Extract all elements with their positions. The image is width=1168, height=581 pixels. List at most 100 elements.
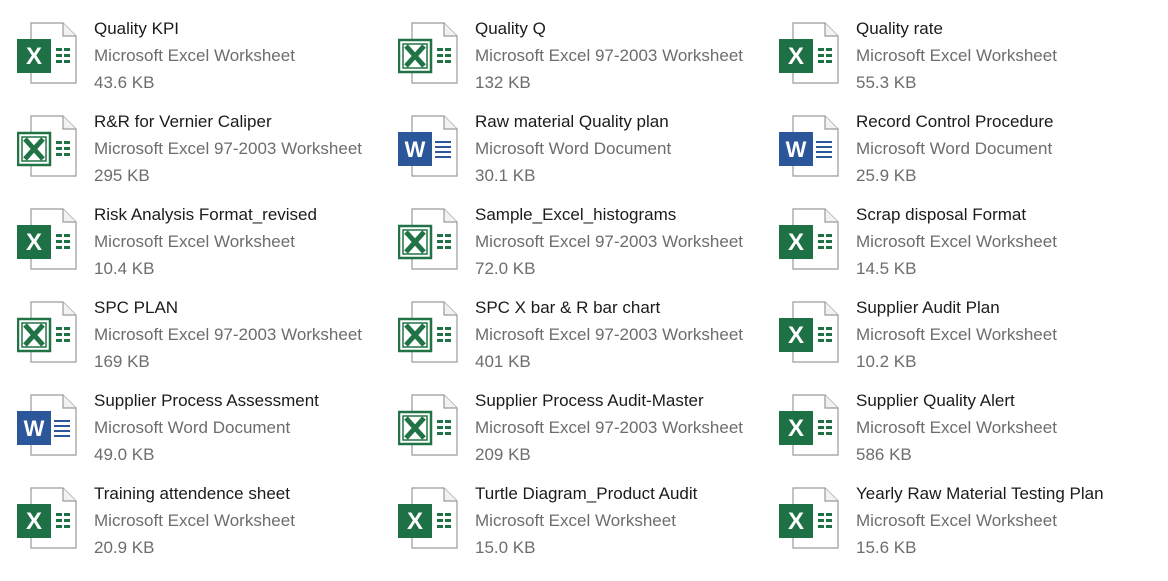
file-size: 10.4 KB — [94, 259, 155, 278]
svg-text:X: X — [788, 43, 804, 70]
excel-icon: X — [398, 487, 458, 549]
file-tile[interactable]: X Scrap disposal Format Microsoft Excel Wo… — [779, 205, 1149, 294]
file-size: 401 KB — [475, 352, 531, 371]
svg-text:X: X — [788, 508, 804, 535]
svg-text:X: X — [788, 415, 804, 442]
file-type: Microsoft Excel Worksheet — [856, 46, 1057, 65]
word-icon: W — [779, 115, 839, 177]
file-type: Microsoft Excel 97-2003 Worksheet — [475, 418, 744, 437]
file-type: Microsoft Excel Worksheet — [94, 511, 295, 530]
file-name: Quality Q — [475, 19, 546, 38]
file-tile[interactable]: X Supplier Audit Plan Microsoft Excel Work… — [779, 298, 1149, 387]
file-tile[interactable]: Sample_Excel_histograms Microsoft Excel 9… — [398, 205, 768, 294]
file-name: Risk Analysis Format_revised — [94, 205, 317, 224]
file-size: 72.0 KB — [475, 259, 536, 278]
excel-icon: X — [779, 301, 839, 363]
file-name: Turtle Diagram_Product Audit — [475, 484, 698, 503]
svg-text:X: X — [407, 508, 423, 535]
file-size: 14.5 KB — [856, 259, 917, 278]
svg-text:W: W — [24, 416, 45, 441]
excel-legacy-icon — [17, 115, 77, 177]
svg-text:X: X — [26, 43, 42, 70]
file-type: Microsoft Excel Worksheet — [856, 511, 1057, 530]
file-type: Microsoft Excel 97-2003 Worksheet — [94, 325, 363, 344]
svg-text:X: X — [26, 229, 42, 256]
svg-text:W: W — [405, 137, 426, 162]
excel-icon: X — [779, 22, 839, 84]
file-type: Microsoft Excel 97-2003 Worksheet — [475, 232, 744, 251]
file-size: 169 KB — [94, 352, 150, 371]
excel-icon: X — [17, 22, 77, 84]
file-tile[interactable]: X Yearly Raw Material Testing Plan Microso… — [779, 484, 1149, 573]
file-size: 132 KB — [475, 73, 531, 92]
file-tile[interactable]: X Risk Analysis Format_revised Microsoft E… — [17, 205, 387, 294]
excel-legacy-icon — [398, 301, 458, 363]
file-name: Sample_Excel_histograms — [475, 205, 677, 224]
file-tile[interactable]: X Supplier Quality Alert Microsoft Excel W… — [779, 391, 1149, 480]
file-type: Microsoft Excel Worksheet — [94, 46, 295, 65]
file-name: R&R for Vernier Caliper — [94, 112, 272, 131]
excel-icon: X — [779, 487, 839, 549]
file-size: 209 KB — [475, 445, 531, 464]
file-size: 20.9 KB — [94, 538, 155, 557]
file-tile[interactable]: X Quality KPI Microsoft Excel Worksheet 43.… — [17, 19, 387, 108]
excel-icon: X — [779, 394, 839, 456]
word-icon: W — [398, 115, 458, 177]
excel-legacy-icon — [398, 394, 458, 456]
file-type: Microsoft Word Document — [94, 418, 291, 437]
file-tile[interactable]: Supplier Process Audit-Master Microsoft E… — [398, 391, 768, 480]
file-size: 30.1 KB — [475, 166, 536, 185]
file-size: 15.0 KB — [475, 538, 536, 557]
file-tile[interactable]: Quality Q Microsoft Excel 97-2003 Workshe… — [398, 19, 768, 108]
file-name: SPC PLAN — [94, 298, 179, 317]
file-name: Supplier Quality Alert — [856, 391, 1015, 410]
file-name: SPC X bar & R bar chart — [475, 298, 661, 317]
file-size: 25.9 KB — [856, 166, 917, 185]
file-type: Microsoft Excel Worksheet — [475, 511, 676, 530]
file-type: Microsoft Excel Worksheet — [856, 418, 1057, 437]
file-size: 43.6 KB — [94, 73, 155, 92]
file-type: Microsoft Excel Worksheet — [856, 325, 1057, 344]
excel-legacy-icon — [17, 301, 77, 363]
file-type: Microsoft Excel Worksheet — [856, 232, 1057, 251]
file-name: Yearly Raw Material Testing Plan — [856, 484, 1104, 503]
svg-text:X: X — [788, 229, 804, 256]
file-name: Supplier Audit Plan — [856, 298, 1000, 317]
file-tile[interactable]: R&R for Vernier Caliper Microsoft Excel 9… — [17, 112, 387, 201]
file-tile[interactable]: X Training attendence sheet Microsoft Exce… — [17, 484, 387, 573]
file-size: 586 KB — [856, 445, 912, 464]
file-tile[interactable]: X Turtle Diagram_Product Audit Microsoft E… — [398, 484, 768, 573]
file-size: 15.6 KB — [856, 538, 917, 557]
file-type: Microsoft Excel 97-2003 Worksheet — [475, 46, 744, 65]
file-name: Record Control Procedure — [856, 112, 1054, 131]
file-tile[interactable]: X Quality rate Microsoft Excel Worksheet 55… — [779, 19, 1149, 108]
file-tile-grid: X Quality KPI Microsoft Excel Worksheet 43.… — [0, 0, 1168, 581]
file-name: Supplier Process Assessment — [94, 391, 319, 410]
file-name: Scrap disposal Format — [856, 205, 1027, 224]
file-name: Raw material Quality plan — [475, 112, 669, 131]
excel-icon: X — [779, 208, 839, 270]
file-tile[interactable]: W Record Control Procedure Microsoft Word … — [779, 112, 1149, 201]
file-type: Microsoft Excel 97-2003 Worksheet — [475, 325, 744, 344]
file-name: Quality KPI — [94, 19, 180, 38]
excel-legacy-icon — [398, 22, 458, 84]
svg-text:X: X — [26, 508, 42, 535]
file-type: Microsoft Excel 97-2003 Worksheet — [94, 139, 363, 158]
excel-icon: X — [17, 487, 77, 549]
file-tile[interactable]: W Supplier Process Assessment Microsoft Wo… — [17, 391, 387, 480]
file-size: 295 KB — [94, 166, 150, 185]
file-name: Training attendence sheet — [94, 484, 290, 503]
svg-text:X: X — [788, 322, 804, 349]
svg-text:W: W — [786, 137, 807, 162]
file-type: Microsoft Word Document — [856, 139, 1053, 158]
excel-legacy-icon — [398, 208, 458, 270]
file-size: 10.2 KB — [856, 352, 917, 371]
file-name: Quality rate — [856, 19, 943, 38]
file-size: 49.0 KB — [94, 445, 155, 464]
file-tile[interactable]: W Raw material Quality plan Microsoft Word… — [398, 112, 768, 201]
word-icon: W — [17, 394, 77, 456]
file-tile[interactable]: SPC X bar & R bar chart Microsoft Excel 9… — [398, 298, 768, 387]
excel-icon: X — [17, 208, 77, 270]
file-type: Microsoft Excel Worksheet — [94, 232, 295, 251]
file-tile[interactable]: SPC PLAN Microsoft Excel 97-2003 Workshee… — [17, 298, 387, 387]
